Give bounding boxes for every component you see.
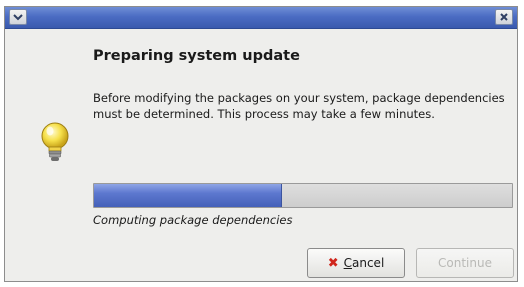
window-menu-button[interactable] <box>9 9 27 25</box>
chevron-down-icon <box>13 14 23 21</box>
cancel-button[interactable]: ✖ Cancel <box>307 248 405 278</box>
close-button[interactable] <box>495 9 513 25</box>
dialog-message: Before modifying the packages on your sy… <box>93 91 505 121</box>
dialog-window: Preparing system update Before modifying… <box>4 6 518 282</box>
dialog-heading: Preparing system update <box>93 48 300 64</box>
lightbulb-icon <box>41 122 69 161</box>
continue-button-label: Continue <box>438 256 492 270</box>
progress-bar <box>93 183 513 208</box>
continue-button[interactable]: Continue <box>416 248 514 278</box>
status-text: Computing package dependencies <box>93 213 293 227</box>
x-icon: ✖ <box>327 255 339 271</box>
close-icon <box>500 13 508 21</box>
cancel-button-label: Cancel <box>343 256 385 270</box>
progress-fill <box>94 184 283 207</box>
title-bar[interactable] <box>5 7 517 29</box>
